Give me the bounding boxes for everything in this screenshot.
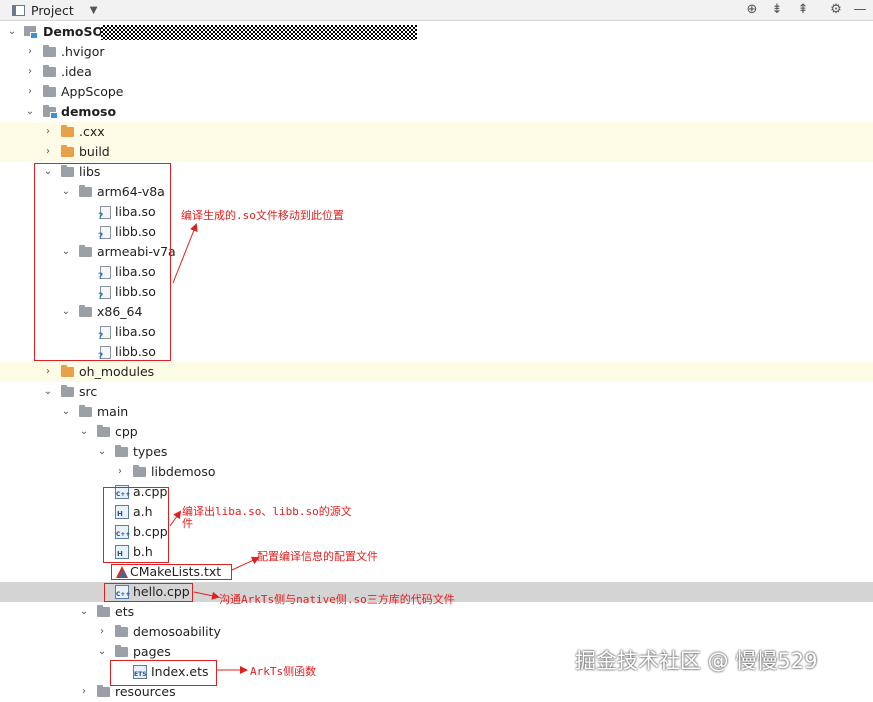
hello-note: 沟通ArkTs侧与native侧.so三方库的代码文件: [219, 593, 455, 606]
source-note-line2: 件: [182, 517, 193, 530]
libs-arrow: [172, 223, 198, 284]
watermark: 掘金技术社区 @ 慢慢529: [575, 649, 818, 673]
source-note-line1: 编译出liba.so、libb.so的源文: [182, 505, 352, 518]
source-arrow: [169, 510, 182, 527]
cmake-arrow: [231, 556, 260, 571]
libs-note: 编译生成的.so文件移动到此位置: [181, 209, 344, 222]
index-note: ArkTs侧函数: [250, 665, 317, 678]
hello-arrow: [193, 591, 220, 600]
cmake-note: 配置编译信息的配置文件: [257, 550, 378, 563]
